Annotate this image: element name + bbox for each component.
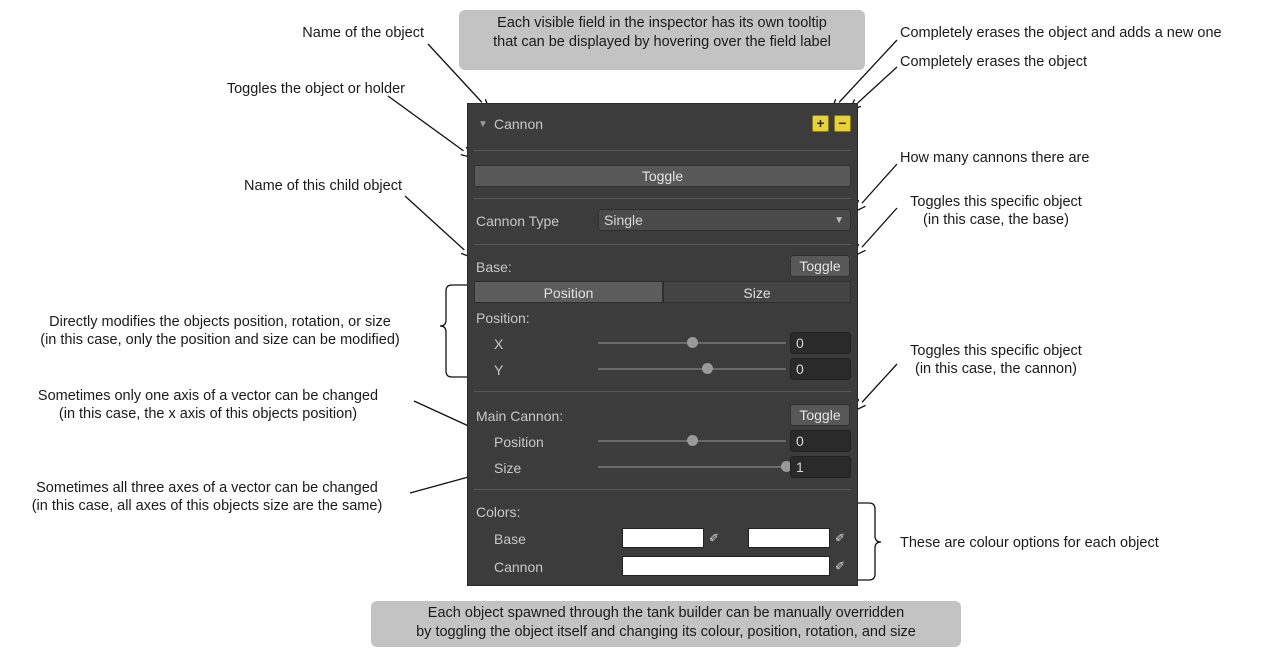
cannon-type-dropdown[interactable]: Single ▼ [598,209,851,231]
arrow-toggle-cannon [855,363,898,410]
base-x-slider-thumb[interactable] [686,337,698,348]
annotation-three-axes-line1: Sometimes all three axes of a vector can… [36,480,378,496]
tab-position[interactable]: Position [474,281,663,303]
tooltip-bubble-line2: that can be displayed by hovering over t… [493,34,831,50]
annotation-modifies: Directly modifies the objects position, … [2,313,438,349]
cannon-color-swatch[interactable] [622,556,830,576]
chevron-down-icon: ▼ [834,215,844,226]
footer-bubble-line1: Each object spawned through the tank bui… [427,605,905,621]
base-y-label: Y [494,362,504,378]
main-cannon-label: Main Cannon: [476,408,564,424]
base-x-label: X [494,336,504,352]
annotation-toggle-cannon: Toggles this specific object (in this ca… [896,342,1096,378]
annotation-toggle-base: Toggles this specific object (in this ca… [896,193,1096,229]
foldout-arrow-icon[interactable]: ▼ [478,116,488,134]
base-position-label: Position: [476,310,530,326]
annotation-modifies-line1: Directly modifies the objects position, … [49,314,391,330]
remove-object-button[interactable]: − [834,115,851,132]
tooltip-bubble: Each visible field in the inspector has … [459,10,865,70]
eyedropper-icon[interactable]: ✐ [830,528,850,548]
annotation-toggle-holder: Toggles the object or holder [226,81,405,97]
base-label: Base: [476,259,512,275]
annotation-three-axes-line2: (in this case, all axes of this objects … [31,498,383,514]
arrow-how-many [855,163,898,211]
toggle-cannon-button[interactable]: Toggle [790,404,850,426]
cannon-type-value: Single [604,212,643,228]
add-object-button[interactable]: + [812,115,829,132]
annotation-colour-options: These are colour options for each object [900,535,1159,551]
cannon-size-label: Size [494,460,522,476]
annotation-one-axis: Sometimes only one axis of a vector can … [2,387,414,423]
annotation-erase-and-add: Completely erases the object and adds a … [900,25,1222,41]
cannon-position-input[interactable]: 0 [790,430,851,452]
tab-size[interactable]: Size [663,281,851,303]
base-y-slider-track[interactable] [598,368,786,370]
colors-label: Colors: [476,504,521,520]
cannon-size-slider-track[interactable] [598,466,786,468]
cannon-position-slider-thumb[interactable] [686,435,698,446]
annotation-one-axis-line1: Sometimes only one axis of a vector can … [37,388,379,404]
annotation-how-many: How many cannons there are [900,150,1090,166]
cannon-color-label: Cannon [494,559,544,575]
inspector-panel: ▼ Cannon + − Toggle Cannon Type Single ▼… [467,103,858,586]
cannon-position-label: Position [494,434,544,450]
annotation-toggle-base-line1: Toggles this specific object [910,194,1082,210]
base-color-swatch-2[interactable] [748,528,830,548]
footer-bubble: Each object spawned through the tank bui… [371,601,961,647]
annotation-toggle-cannon-line2: (in this case, the cannon) [914,361,1077,377]
annotation-three-axes: Sometimes all three axes of a vector can… [2,479,412,515]
annotation-object-name: Name of the object [302,25,424,41]
eyedropper-icon[interactable]: ✐ [704,528,724,548]
base-color-label: Base [494,531,526,547]
object-title[interactable]: Cannon [494,115,543,133]
annotation-modifies-line2: (in this case, only the position and siz… [40,332,400,348]
annotation-child-name: Name of this child object [244,178,402,194]
base-y-slider-thumb[interactable] [701,363,713,374]
base-color-swatch-1[interactable] [622,528,704,548]
tooltip-bubble-line1: Each visible field in the inspector has … [497,15,827,31]
cannon-type-label: Cannon Type [476,213,560,229]
toggle-base-button[interactable]: Toggle [790,255,850,277]
annotation-toggle-base-line2: (in this case, the base) [923,212,1069,228]
brace-left-modifies [439,284,468,378]
cannon-size-input[interactable]: 1 [790,456,851,478]
arrow-child-name [404,195,472,257]
eyedropper-icon[interactable]: ✐ [830,556,850,576]
arrow-toggle-holder [387,95,472,157]
brace-right-colours [858,502,882,581]
arrow-toggle-base [855,207,898,255]
annotation-toggle-cannon-line1: Toggles this specific object [910,343,1082,359]
toggle-holder-button[interactable]: Toggle [474,165,851,187]
base-x-input[interactable]: 0 [790,332,851,354]
annotation-one-axis-line2: (in this case, the x axis of this object… [58,406,358,422]
footer-bubble-line2: by toggling the object itself and changi… [416,624,916,640]
annotation-erase: Completely erases the object [900,54,1087,70]
base-y-input[interactable]: 0 [790,358,851,380]
